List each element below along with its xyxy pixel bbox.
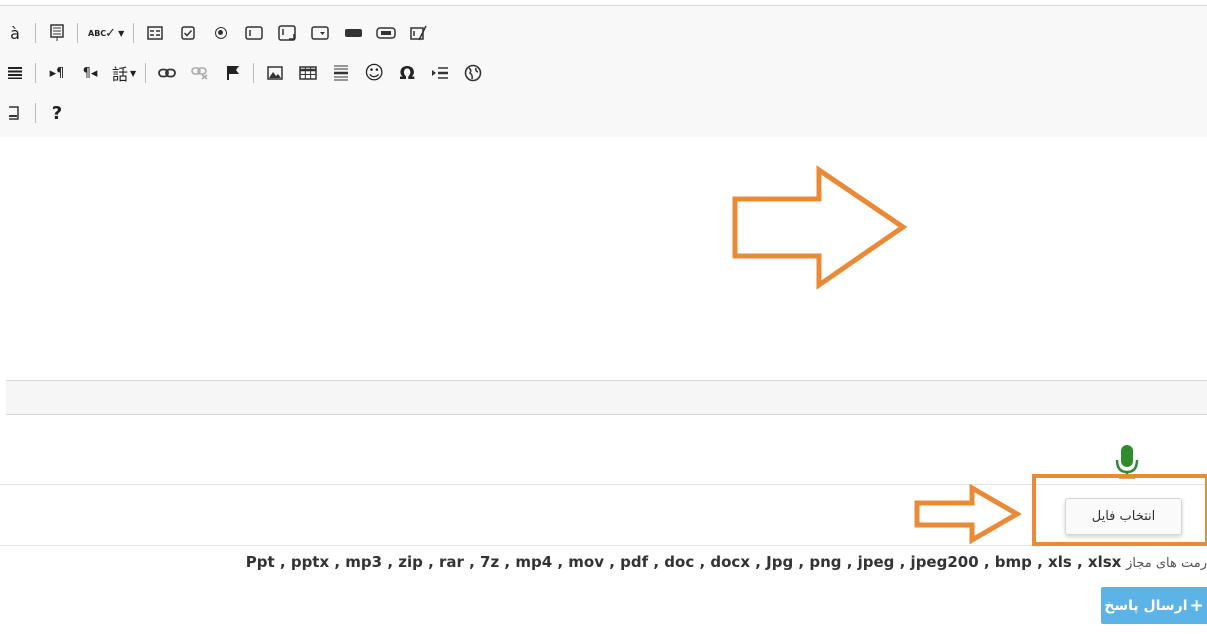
editor-content-area[interactable] [0,137,1207,380]
fieldset-icon[interactable] [140,21,170,45]
checkbox-icon[interactable] [173,21,203,45]
file-upload-row [0,485,1207,546]
source-icon[interactable] [0,101,30,125]
plus-icon: + [1189,595,1204,616]
toolbar-separator [35,103,36,123]
arrow-right-annotation [732,165,908,290]
button-icon[interactable] [338,21,368,45]
textarea-icon[interactable] [272,21,302,45]
link-icon[interactable] [152,61,182,85]
pilcrow-rtl: ¶ [82,65,91,81]
horizontal-rule-icon[interactable] [326,61,356,85]
toolbar-separator [253,63,255,83]
toolbar-separator [133,23,135,43]
unlink-icon[interactable] [185,61,215,85]
arrow-right-annotation-small [914,484,1022,544]
special-char-icon[interactable]: Ω [392,61,422,85]
toolbar-separator [145,63,147,83]
form-icon[interactable] [42,21,72,45]
imagebutton-icon[interactable] [371,21,401,45]
toolbar-separator [77,23,78,43]
language-glyph: 話 [112,65,129,84]
editor-toolbar: à ABC ✓ ▼ ▸ ¶ ¶ ◂ 話 ▼ ☺ Ω ? [0,5,1207,138]
help-icon[interactable]: ? [42,101,72,125]
editor-status-bar [6,380,1207,415]
toolbar-separator [35,23,36,43]
voice-record-area [0,414,1207,485]
radio-icon[interactable] [206,21,236,45]
select-icon[interactable] [305,21,335,45]
spellcheck-label: ABC [88,28,107,38]
toolbar-row-2: ▸ ¶ ¶ ◂ 話 ▼ ☺ Ω [0,59,491,87]
text-direction-icon[interactable]: à [0,21,30,45]
allowed-formats-line: Ppt , pptx , mp3 , zip , rar , 7z , mp4 … [0,553,1207,571]
textfield-icon[interactable] [239,21,269,45]
allowed-formats-label: رمت های مجاز [1126,556,1207,571]
hiddenfield-icon[interactable] [404,21,434,45]
pilcrow-ltr: ¶ [56,65,65,81]
table-icon[interactable] [293,61,323,85]
spellcheck-icon[interactable]: ABC ✓ ▼ [84,21,128,45]
pagebreak-icon[interactable] [425,61,455,85]
language-icon[interactable]: 話 ▼ [108,61,140,85]
send-reply-label: ارسال پاسخ [1104,597,1188,614]
image-icon[interactable] [260,61,290,85]
allowed-formats-list: Ppt , pptx , mp3 , zip , rar , 7z , mp4 … [245,553,1122,571]
toolbar-separator [35,63,36,83]
justify-icon[interactable] [0,61,30,85]
smiley-icon[interactable]: ☺ [359,61,389,85]
toolbar-row-1: à ABC ✓ ▼ [0,19,437,47]
ltr-direction-icon[interactable]: ▸ ¶ [42,61,72,85]
choose-file-button[interactable]: انتخاب فایل [1065,498,1182,535]
rtl-direction-icon[interactable]: ¶ ◂ [75,61,105,85]
anchor-flag-icon[interactable] [218,61,248,85]
toolbar-row-3: ? [0,99,75,127]
send-reply-button[interactable]: + ارسال پاسخ [1101,587,1207,624]
globe-icon[interactable] [458,61,488,85]
